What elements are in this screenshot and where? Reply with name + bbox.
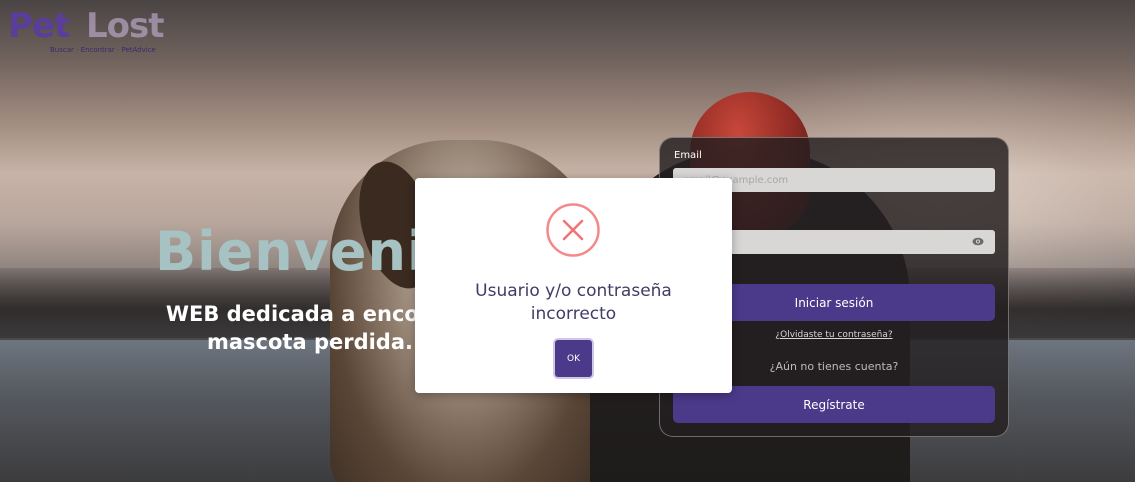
logo[interactable]: Pet Lost Buscar · Encontrar · PetAdvice: [8, 6, 168, 58]
modal-message-line1: Usuario y/o contraseña: [475, 281, 672, 301]
modal-message: Usuario y/o contraseña incorrecto: [415, 280, 732, 326]
error-modal: Usuario y/o contraseña incorrecto OK: [415, 178, 732, 393]
logo-pet-text: Pet: [8, 6, 70, 46]
logo-tagline: Buscar · Encontrar · PetAdvice: [50, 46, 156, 54]
modal-message-line2: incorrecto: [530, 304, 617, 324]
error-x-icon: [545, 202, 601, 258]
ok-button[interactable]: OK: [555, 340, 592, 377]
eye-icon[interactable]: [971, 235, 985, 247]
logo-lost-text: Lost: [86, 6, 165, 46]
email-label: Email: [674, 150, 702, 161]
